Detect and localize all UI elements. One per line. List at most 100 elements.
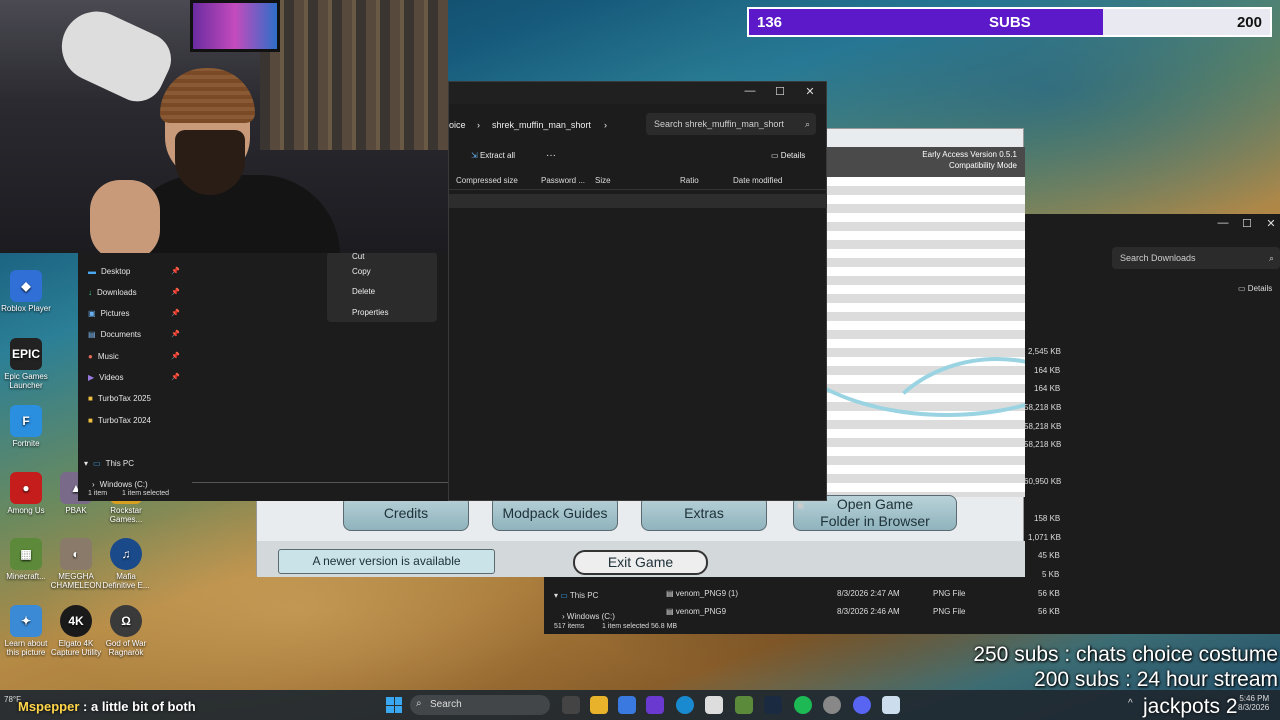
chevron-right-icon: ›	[92, 479, 95, 489]
nav-windows-drive[interactable]: › Windows (C:)	[562, 612, 615, 621]
breadcrumb-current[interactable]: shrek_muffin_man_short	[492, 120, 591, 130]
desktop-icon-label: Mafia Definitive E...	[102, 572, 150, 590]
nav-turbotax-2025[interactable]: ■ TurboTax 2025	[88, 390, 180, 406]
documents-icon: ▤	[88, 329, 96, 339]
copilot-icon[interactable]	[618, 696, 636, 714]
search-icon: ⌕	[416, 698, 422, 709]
desktop-icon-minecraft[interactable]: ▦ Minecraft...	[0, 538, 52, 581]
desktop-icon-roblox[interactable]: ◆ Roblox Player	[0, 270, 52, 313]
desktop-icon-label: PBAK	[65, 506, 87, 515]
col-size[interactable]: Size	[595, 176, 611, 185]
nav-label: This PC	[105, 458, 135, 468]
image-file-icon: ▤	[666, 607, 674, 616]
pin-icon: 📌	[171, 289, 180, 296]
details-toggle[interactable]: ▭ Details	[1238, 284, 1272, 293]
size-cell: 158 KB	[1034, 514, 1061, 523]
open-folder-line2: Folder in Browser	[820, 513, 930, 529]
col-compressed-size[interactable]: Compressed size	[456, 176, 518, 185]
nav-this-pc[interactable]: ▾ ▭ This PC	[84, 455, 176, 471]
nav-label: Downloads	[97, 287, 137, 297]
minimize-icon[interactable]: —	[735, 85, 765, 97]
chat-username: Mspepper	[18, 699, 80, 714]
extract-all-button[interactable]: ⇲ Extract all	[471, 151, 515, 160]
file-type: PNG File	[933, 607, 966, 616]
details-icon: ▭	[771, 151, 779, 160]
start-button[interactable]	[386, 697, 402, 713]
clock[interactable]: 5:46 PM 8/3/2026	[1238, 694, 1269, 712]
chevron-up-icon[interactable]: ^	[1128, 698, 1133, 709]
file-row[interactable]: ▤ venom_PNG9	[666, 607, 726, 616]
store-icon[interactable]	[705, 696, 723, 714]
nav-label: Desktop	[101, 266, 131, 276]
extract-icon: ⇲	[471, 151, 478, 160]
search-zip-input[interactable]: Search shrek_muffin_man_short ⌕	[646, 113, 816, 135]
selected-file-row[interactable]	[449, 194, 827, 208]
desktop-icon-fortnite[interactable]: F Fortnite	[0, 405, 52, 448]
more-options-icon[interactable]: ···	[546, 150, 556, 161]
update-notice[interactable]: A newer version is available	[278, 549, 495, 574]
nav-music[interactable]: ● Music 📌	[88, 348, 180, 364]
nav-this-pc[interactable]: ▾ ▭ This PC	[554, 591, 598, 600]
notepad-icon[interactable]	[882, 696, 900, 714]
col-ratio[interactable]: Ratio	[680, 176, 699, 185]
nav-pictures[interactable]: ▣ Pictures 📌	[88, 305, 180, 321]
menu-item-cut[interactable]: Cut	[352, 252, 364, 261]
size-cell: 60,950 KB	[1024, 477, 1062, 486]
nav-desktop[interactable]: ▬ Desktop 📌	[88, 263, 180, 279]
desktop-icon-god-of-war[interactable]: Ω God of War Ragnarök	[100, 605, 152, 657]
desktop-icon-label: Rockstar Games...	[109, 506, 143, 524]
pc-icon: ▭	[560, 591, 568, 600]
subs-current: 136	[757, 14, 783, 31]
desktop-icon-epic[interactable]: EPIC Epic Games Launcher	[0, 338, 52, 390]
file-explorer-icon[interactable]	[590, 696, 608, 714]
desktop-icon-label: MEGGHA CHAMELEON	[50, 572, 102, 590]
nav-turbotax-2024[interactable]: ■ TurboTax 2024	[88, 412, 180, 428]
videos-icon: ▶	[88, 372, 95, 382]
maximize-icon[interactable]: ☐	[765, 85, 795, 98]
discord-icon[interactable]	[853, 696, 871, 714]
pin-icon: 📌	[171, 353, 180, 360]
size-cell: 1,071 KB	[1028, 533, 1061, 542]
size-cell: 45 KB	[1038, 551, 1060, 560]
menu-item-delete[interactable]: Delete	[352, 287, 375, 296]
taskbar-search[interactable]: ⌕ Search	[410, 695, 550, 715]
nav-label: Windows (C:)	[99, 479, 148, 489]
minecraft-icon: ▦	[10, 538, 42, 570]
nav-downloads[interactable]: ↓ Downloads 📌	[88, 284, 180, 300]
details-toggle[interactable]: ▭ Details	[771, 151, 805, 160]
edge-icon[interactable]	[676, 696, 694, 714]
desktop-icon-learn-picture[interactable]: ✦ Learn about this picture	[0, 605, 52, 657]
pictures-icon: ▣	[88, 308, 96, 318]
webcam-microphone	[50, 0, 180, 110]
desktop-icon-label: Fortnite	[12, 439, 40, 448]
menu-item-copy[interactable]: Copy	[352, 267, 371, 276]
col-date-modified[interactable]: Date modified	[733, 176, 782, 185]
desktop-icon-elgato[interactable]: 4K Elgato 4K Capture Utility	[50, 605, 102, 657]
col-password[interactable]: Password ...	[541, 176, 585, 185]
chat-text: : a little bit of both	[83, 699, 196, 714]
task-view-icon[interactable]	[562, 696, 580, 714]
desktop-icon-megha[interactable]: ◐ MEGGHA CHAMELEON	[50, 538, 102, 590]
spotify-icon[interactable]	[794, 696, 812, 714]
nav-documents[interactable]: ▤ Documents 📌	[88, 326, 180, 342]
obs-icon[interactable]	[823, 696, 841, 714]
desktop-icon-label: Minecraft...	[6, 572, 46, 581]
file-row[interactable]: ▤ venom_PNG9 (1)	[666, 589, 738, 598]
teams-icon[interactable]	[646, 696, 664, 714]
close-icon[interactable]: ✕	[795, 85, 825, 98]
search-downloads-input[interactable]: Search Downloads ⌕	[1112, 247, 1280, 269]
exit-game-button[interactable]: Exit Game	[573, 550, 708, 575]
nav-videos[interactable]: ▶ Videos 📌	[88, 369, 180, 385]
desktop-icon-among-us[interactable]: ● Among Us	[0, 472, 52, 515]
breadcrumb-prev[interactable]: oice	[449, 120, 466, 130]
desktop-icon-mafia[interactable]: ♫ Mafia Definitive E...	[100, 538, 152, 590]
steam-icon[interactable]	[764, 696, 782, 714]
menu-item-properties[interactable]: Properties	[352, 308, 388, 317]
chevron-right-icon: ›	[477, 120, 480, 130]
desktop-icon: ▬	[88, 266, 96, 276]
music-icon: ●	[88, 351, 93, 361]
goal-text-200: 200 subs : 24 hour stream	[1034, 668, 1278, 691]
close-icon[interactable]: ✕	[1256, 217, 1280, 230]
minecraft-taskbar-icon[interactable]	[735, 696, 753, 714]
nav-label: Windows (C:)	[566, 612, 615, 621]
